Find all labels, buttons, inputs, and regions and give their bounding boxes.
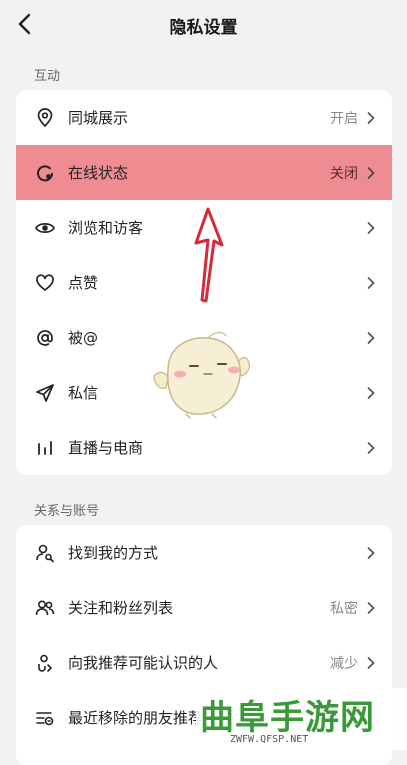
location-pin-icon — [34, 107, 56, 129]
page-title: 隐私设置 — [169, 18, 238, 38]
row-online-status[interactable]: 在线状态 关闭 — [16, 145, 392, 200]
annotation-arrow-icon — [194, 207, 224, 303]
row-value: 减少 — [330, 655, 358, 672]
row-value: 关闭 — [330, 165, 358, 182]
watermark-url: ZWFW.QFSP.NET — [230, 734, 309, 745]
row-label: 同城展示 — [68, 109, 129, 127]
heart-icon — [34, 272, 56, 294]
chevron-right-icon — [367, 601, 375, 614]
chevron-right-icon — [367, 331, 375, 344]
section-label-interaction: 互动 — [34, 69, 61, 84]
chevron-right-icon — [367, 166, 375, 179]
user-recommend-icon — [34, 652, 56, 674]
row-value: 私密 — [330, 600, 358, 617]
site-watermark: 曲阜手游网 ZWFW.QFSP.NET — [196, 688, 407, 750]
chevron-right-icon — [367, 546, 375, 559]
chevron-right-icon — [367, 441, 375, 454]
row-follow-fans-list[interactable]: 关注和粉丝列表 私密 — [16, 580, 392, 635]
row-label: 向我推荐可能认识的人 — [68, 654, 219, 672]
chevron-right-icon — [367, 656, 375, 669]
chevron-right-icon — [367, 386, 375, 399]
online-status-icon — [34, 162, 56, 184]
eye-icon — [34, 217, 56, 239]
section-label-relations: 关系与账号 — [34, 504, 100, 519]
row-label: 找到我的方式 — [68, 544, 159, 562]
user-search-icon — [34, 542, 56, 564]
chevron-right-icon — [367, 276, 375, 289]
row-nearby-display[interactable]: 同城展示 开启 — [16, 90, 392, 145]
chevron-right-icon — [367, 221, 375, 234]
row-value: 开启 — [330, 110, 358, 127]
row-live-commerce[interactable]: 直播与电商 — [16, 420, 392, 475]
header-bar: 隐私设置 — [0, 0, 407, 50]
row-recommend-people[interactable]: 向我推荐可能认识的人 减少 — [16, 635, 392, 690]
row-label: 直播与电商 — [68, 439, 144, 457]
bar-chart-icon — [34, 437, 56, 459]
row-label: 关注和粉丝列表 — [68, 599, 174, 617]
row-find-me[interactable]: 找到我的方式 — [16, 525, 392, 580]
users-icon — [34, 597, 56, 619]
mascot-sticker-icon — [153, 331, 251, 419]
at-sign-icon — [34, 327, 56, 349]
watermark-title: 曲阜手游网 — [200, 698, 375, 738]
chevron-right-icon — [367, 111, 375, 124]
removed-list-icon — [34, 707, 56, 729]
row-label: 在线状态 — [68, 164, 129, 182]
paper-plane-icon — [34, 382, 56, 404]
